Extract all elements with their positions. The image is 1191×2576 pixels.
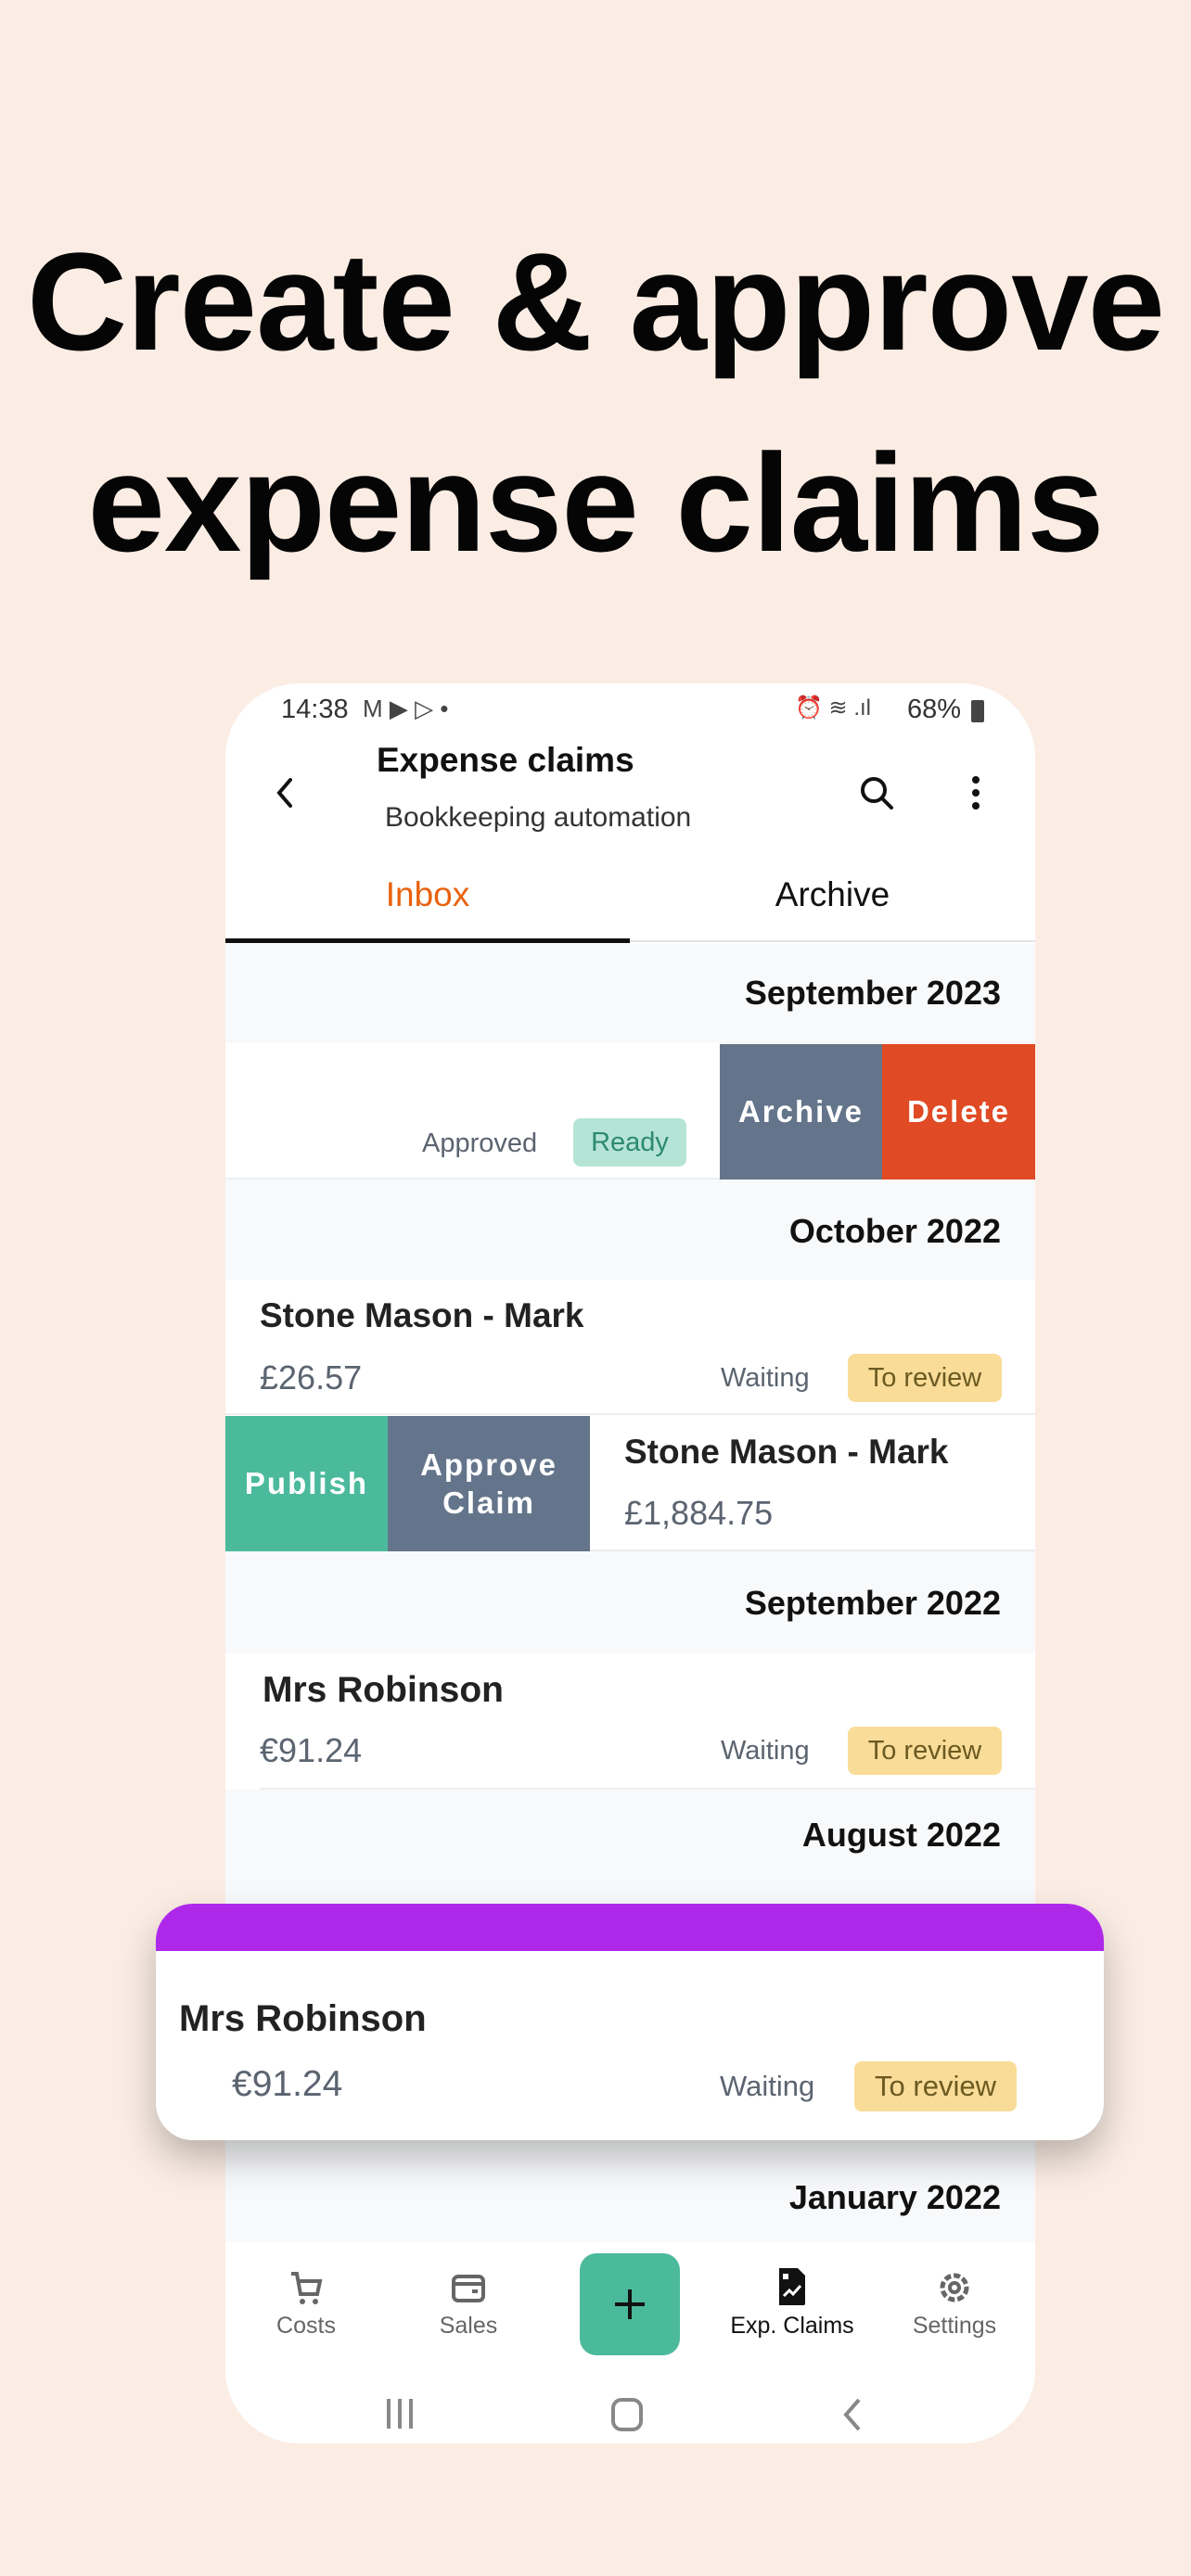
plus-icon xyxy=(615,2289,645,2319)
system-back-icon[interactable] xyxy=(839,2397,866,2432)
wallet-icon xyxy=(452,2275,485,2302)
back-icon[interactable] xyxy=(272,774,300,811)
nav-costs[interactable]: Costs xyxy=(232,2270,380,2340)
gear-icon xyxy=(940,2273,969,2302)
page-subtitle: Bookkeeping automation xyxy=(385,802,692,833)
nav-settings[interactable]: Settings xyxy=(880,2268,1029,2340)
status-badge: Ready xyxy=(573,1118,686,1167)
section-header: October 2022 xyxy=(225,1180,1035,1280)
claim-name: Stone Mason - Mark xyxy=(260,1296,584,1334)
claim-amount: €91.24 xyxy=(232,2064,343,2104)
list-item[interactable]: Stone Mason - Mark £26.57 Waiting To rev… xyxy=(225,1280,1035,1415)
status-badge: To review xyxy=(854,2061,1017,2111)
claim-amount: €91.24 xyxy=(260,1731,363,1769)
delete-button[interactable]: Delete xyxy=(882,1044,1035,1180)
list-item-swiped[interactable]: Approved Ready Archive Delete xyxy=(225,1044,1035,1180)
section-header: January 2022 xyxy=(225,2137,1035,2242)
claim-name: Stone Mason - Mark xyxy=(624,1433,949,1471)
status-text: Waiting xyxy=(720,2070,815,2102)
headline-line-1: Create & approve xyxy=(26,223,1165,379)
nav-sales[interactable]: Sales xyxy=(394,2270,543,2340)
nav-exp-claims[interactable]: Exp. Claims xyxy=(718,2266,866,2340)
status-text: Waiting xyxy=(721,1363,810,1393)
home-icon[interactable] xyxy=(609,2397,645,2432)
claim-name: Mrs Robinson xyxy=(263,1670,504,1710)
status-badge: To review xyxy=(848,1354,1002,1402)
card-header-bar xyxy=(156,1904,1104,1951)
floating-claim-card[interactable]: Mrs Robinson €91.24 Waiting To review xyxy=(156,1904,1104,2140)
search-icon[interactable] xyxy=(856,772,897,813)
status-text: Approved xyxy=(422,1129,538,1158)
alarm-icon: ⏰ ≋ .ıl xyxy=(795,695,871,721)
status-bar: 14:38 M ▶ ▷ • ⏰ ≋ .ıl 68% xyxy=(225,695,1035,728)
recent-apps-icon[interactable] xyxy=(381,2397,418,2430)
claim-amount: £26.57 xyxy=(260,1358,363,1396)
battery-percent: 68% xyxy=(907,695,962,724)
more-vert-icon[interactable] xyxy=(966,772,986,813)
phone-screen: 14:38 M ▶ ▷ • ⏰ ≋ .ıl 68% Expense claims… xyxy=(225,683,1035,2443)
headline-line-2: expense claims xyxy=(87,425,1104,580)
gmail-icon: M ▶ ▷ • xyxy=(363,695,449,722)
list-item[interactable]: Mrs Robinson €91.24 Waiting To review xyxy=(225,1653,1035,1790)
section-header: September 2023 xyxy=(225,944,1035,1043)
tab-inbox[interactable]: Inbox xyxy=(225,860,630,941)
bottom-nav: Costs Sales Exp. Claims Settings xyxy=(225,2242,1035,2443)
archive-button[interactable]: Archive xyxy=(720,1044,882,1180)
tab-archive[interactable]: Archive xyxy=(630,860,1035,941)
add-button[interactable] xyxy=(580,2253,680,2355)
battery-icon xyxy=(971,700,984,722)
claim-amount: £1,884.75 xyxy=(624,1494,774,1532)
list-item-swiped[interactable]: Publish Approve Claim Stone Mason - Mark… xyxy=(225,1416,1035,1551)
cart-icon xyxy=(291,2272,323,2304)
section-header: September 2022 xyxy=(225,1551,1035,1653)
claim-name: Mrs Robinson xyxy=(179,1998,427,2039)
expense-doc-icon xyxy=(779,2268,805,2305)
tab-indicator xyxy=(225,938,630,943)
status-time: 14:38 xyxy=(281,695,349,724)
status-text: Waiting xyxy=(721,1736,810,1766)
page-title: Expense claims xyxy=(377,741,634,779)
status-badge: To review xyxy=(848,1727,1002,1775)
publish-button[interactable]: Publish xyxy=(225,1416,388,1551)
approve-claim-button[interactable]: Approve Claim xyxy=(388,1416,590,1551)
